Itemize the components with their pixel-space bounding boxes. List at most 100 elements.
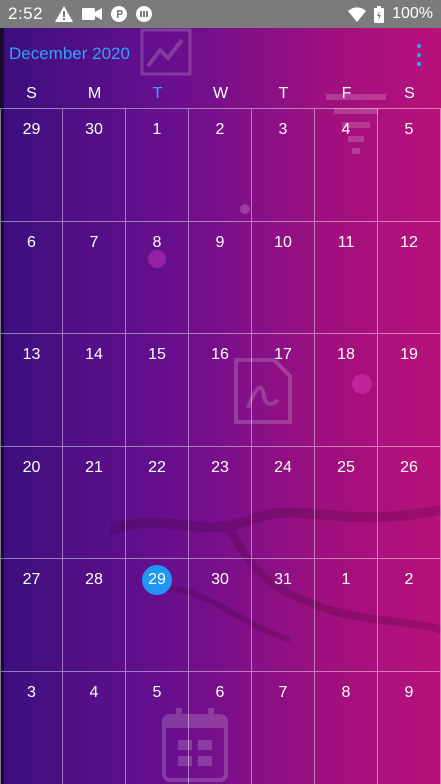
day-cell[interactable]: 28 <box>63 559 126 672</box>
day-number: 19 <box>400 346 418 364</box>
day-number: 29 <box>22 121 41 138</box>
day-cell[interactable]: 12 <box>378 221 441 335</box>
warning-icon <box>55 6 74 22</box>
day-cell[interactable]: 6 <box>0 221 63 335</box>
day-cell[interactable]: 30 <box>189 559 252 672</box>
day-number: 8 <box>341 683 351 701</box>
day-cell[interactable]: 15 <box>126 334 189 447</box>
day-number: 23 <box>211 458 229 476</box>
day-cell[interactable]: 16 <box>189 334 252 447</box>
day-number: 9 <box>215 233 225 251</box>
day-number: 18 <box>337 346 355 364</box>
day-cell[interactable]: 25 <box>315 446 378 560</box>
day-cell[interactable]: 11 <box>315 221 378 335</box>
day-number: 7 <box>89 233 99 251</box>
day-cell[interactable]: 8 <box>126 221 189 335</box>
day-cell[interactable]: 30 <box>63 109 126 222</box>
day-number: 4 <box>341 121 351 138</box>
day-number: 21 <box>85 458 103 476</box>
day-number: 1 <box>341 571 351 589</box>
day-number: 13 <box>22 346 41 364</box>
day-cell[interactable]: 2 <box>189 109 252 222</box>
day-cell[interactable]: 4 <box>63 671 126 784</box>
day-number: 30 <box>85 121 103 138</box>
day-cell[interactable]: 27 <box>0 559 63 672</box>
day-cell-today[interactable]: 29 <box>126 559 189 672</box>
day-cell[interactable]: 1 <box>126 109 189 222</box>
weekday-label: M <box>87 85 102 102</box>
day-number: 14 <box>85 346 103 364</box>
day-cell[interactable]: 2 <box>378 559 441 672</box>
day-number: 31 <box>274 571 292 589</box>
day-cell[interactable]: 5 <box>126 671 189 784</box>
day-number: 8 <box>152 233 162 251</box>
day-number: 10 <box>274 233 292 251</box>
day-cell[interactable]: 9 <box>189 221 252 335</box>
day-number: 7 <box>278 683 288 701</box>
day-number: 16 <box>211 346 229 364</box>
day-number: 24 <box>274 458 292 476</box>
video-icon <box>82 8 103 20</box>
status-time: 2:52 <box>8 4 44 23</box>
day-cell[interactable]: 4 <box>315 109 378 222</box>
day-cell[interactable]: 5 <box>378 109 441 222</box>
month-title[interactable]: December 2020 <box>9 44 130 64</box>
day-number: 28 <box>85 571 103 589</box>
calendar-header: December 2020 <box>0 28 441 80</box>
day-number: 2 <box>404 571 414 589</box>
parking-icon <box>111 6 128 22</box>
day-cell[interactable]: 9 <box>378 671 441 784</box>
day-number: 9 <box>404 683 414 701</box>
day-number: 26 <box>400 458 418 476</box>
day-number: 6 <box>27 233 36 251</box>
day-cell[interactable]: 24 <box>252 446 315 560</box>
day-cell[interactable]: 13 <box>0 334 63 447</box>
day-cell[interactable]: 10 <box>252 221 315 335</box>
day-number: 27 <box>22 571 41 589</box>
day-cell[interactable]: 3 <box>252 109 315 222</box>
day-cell[interactable]: 7 <box>252 671 315 784</box>
day-number: 22 <box>148 458 166 476</box>
day-cell[interactable]: 23 <box>189 446 252 560</box>
weekday-label: S <box>26 85 37 102</box>
day-number: 20 <box>22 458 41 476</box>
weekday-label-today: T <box>152 85 163 102</box>
day-number: 17 <box>274 346 292 364</box>
day-cell[interactable]: 18 <box>315 334 378 447</box>
day-number: 4 <box>89 683 99 701</box>
day-number: 6 <box>215 683 225 701</box>
day-cell[interactable]: 3 <box>0 671 63 784</box>
battery-percentage: 100% <box>392 5 433 22</box>
day-cell[interactable]: 26 <box>378 446 441 560</box>
day-cell[interactable]: 1 <box>315 559 378 672</box>
weekday-label: S <box>404 85 415 102</box>
weekday-label: W <box>212 85 229 102</box>
battery-icon <box>374 5 385 23</box>
day-cell[interactable]: 19 <box>378 334 441 447</box>
day-number: 25 <box>337 458 355 476</box>
day-number: 15 <box>148 346 166 364</box>
day-number: 5 <box>404 121 414 138</box>
more-vert-icon[interactable] <box>413 42 425 68</box>
day-number: 3 <box>27 683 36 701</box>
day-cell[interactable]: 29 <box>0 109 63 222</box>
day-number: 5 <box>152 683 162 701</box>
status-bar: 2:52 100% <box>0 0 441 28</box>
day-number: 29 <box>148 571 166 589</box>
day-cell[interactable]: 7 <box>63 221 126 335</box>
day-number: 3 <box>278 121 288 138</box>
day-cell[interactable]: 17 <box>252 334 315 447</box>
day-cell[interactable]: 6 <box>189 671 252 784</box>
day-cell[interactable]: 21 <box>63 446 126 560</box>
wifi-icon <box>348 6 367 22</box>
day-cell[interactable]: 14 <box>63 334 126 447</box>
day-number: 1 <box>152 121 162 138</box>
day-cell[interactable]: 22 <box>126 446 189 560</box>
day-cell[interactable]: 31 <box>252 559 315 672</box>
day-cell[interactable]: 8 <box>315 671 378 784</box>
day-number: 12 <box>400 233 418 251</box>
app-icon <box>136 6 153 22</box>
day-number: 30 <box>211 571 229 589</box>
day-cell[interactable]: 20 <box>0 446 63 560</box>
day-number: 2 <box>215 121 225 138</box>
